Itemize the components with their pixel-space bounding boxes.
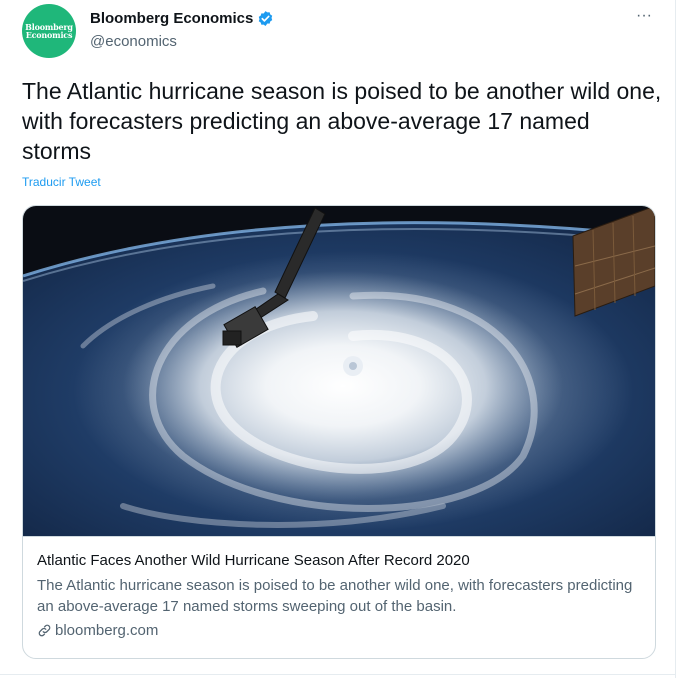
translate-tweet-link[interactable]: Traducir Tweet (22, 175, 101, 189)
card-image-hurricane (23, 206, 655, 536)
card-title: Atlantic Faces Another Wild Hurricane Se… (37, 552, 470, 569)
verified-badge-icon (257, 10, 274, 27)
avatar-logo-text: Bloomberg Economics (25, 22, 73, 40)
tweet-text: The Atlantic hurricane season is poised … (22, 78, 662, 164)
link-card[interactable]: Atlantic Faces Another Wild Hurricane Se… (22, 205, 656, 659)
divider (0, 674, 676, 675)
card-domain-row: bloomberg.com (37, 622, 643, 639)
link-icon (38, 624, 51, 637)
author-name-row: Bloomberg Economics (90, 10, 274, 27)
card-body: Atlantic Faces Another Wild Hurricane Se… (23, 536, 655, 658)
avatar[interactable]: Bloomberg Economics (22, 4, 76, 58)
author-handle[interactable]: @economics (90, 33, 177, 50)
card-domain: bloomberg.com (55, 622, 159, 639)
author-display-name[interactable]: Bloomberg Economics (90, 10, 253, 27)
card-description: The Atlantic hurricane season is poised … (37, 577, 633, 615)
tweet-container: Bloomberg Economics Bloomberg Economics … (0, 0, 676, 678)
more-options-icon[interactable]: ··· (632, 4, 656, 28)
